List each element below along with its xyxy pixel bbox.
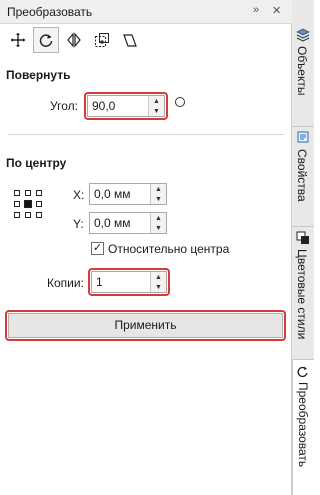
close-icon[interactable]: ✕ [272,4,281,17]
transform-icon [297,366,308,378]
x-value: 0,0 мм [94,187,131,201]
angle-label: Угол: [50,99,78,113]
skew-icon [123,34,137,47]
move-cross-icon [11,33,25,47]
apply-highlight [5,310,286,341]
mirror-icon [67,32,81,48]
anchor-bottom-center[interactable] [25,212,31,218]
x-label: X: [73,188,85,202]
center-section-title: По центру [6,156,67,170]
tab-color-styles-label: Цветовые стили [295,249,309,340]
spin-up-icon[interactable]: ▲ [151,213,166,223]
scale-tool-button[interactable] [89,27,115,53]
spin-down-icon[interactable]: ▼ [151,194,166,204]
rotate-section-title: Повернуть [6,68,71,82]
anchor-bottom-right[interactable] [36,212,42,218]
properties-icon [297,131,309,143]
rotate-tool-button[interactable] [33,27,59,53]
collapse-icon[interactable]: » [253,4,259,16]
tab-properties-label: Свойства [295,149,309,202]
skew-tool-button[interactable] [117,27,143,53]
spin-down-icon[interactable]: ▼ [151,223,166,233]
mirror-tool-button[interactable] [61,27,87,53]
anchor-bottom-left[interactable] [14,212,20,218]
spin-up-icon[interactable]: ▲ [151,184,166,194]
anchor-point-selector[interactable] [14,190,52,226]
tab-color-styles[interactable]: Цветовые стили [292,227,314,360]
anchor-top-center[interactable] [25,190,31,196]
tab-transform[interactable]: Преобразовать [292,360,314,495]
docker-tab-rail: Объекты Свойства Цветовые стили Преобраз… [292,0,314,495]
layers-icon [296,28,310,42]
anchor-middle-left[interactable] [14,201,20,207]
tab-transform-label: Преобразовать [296,382,310,468]
rotate-icon [39,34,53,47]
scale-icon [95,33,109,47]
copies-highlight [88,268,170,296]
docker-title: Преобразовать [7,5,93,19]
anchor-middle-right[interactable] [36,201,42,207]
transform-docker: Преобразовать » ✕ Повернуть Угол: 90,0 ▲… [0,0,292,495]
x-spinbox[interactable]: 0,0 мм ▲ ▼ [89,183,167,205]
y-spinbox[interactable]: 0,0 мм ▲ ▼ [89,212,167,234]
relative-center-checkbox[interactable]: ✓ [91,242,104,255]
anchor-top-right[interactable] [36,190,42,196]
color-styles-icon [296,231,309,244]
tab-properties[interactable]: Свойства [292,127,314,227]
copies-label: Копии: [47,276,84,290]
section-divider [8,134,284,135]
position-tool-button[interactable] [5,27,31,53]
docker-titlebar: Преобразовать » ✕ [0,0,292,24]
tab-objects-label: Объекты [295,46,309,96]
angle-highlight [84,92,168,120]
anchor-center[interactable] [24,200,32,208]
x-spinner[interactable]: ▲ ▼ [150,184,166,204]
y-value: 0,0 мм [94,216,131,230]
anchor-top-left[interactable] [14,190,20,196]
circle-icon [175,97,185,107]
tab-objects[interactable]: Объекты [292,24,314,127]
relative-center-label: Относительно центра [108,242,230,256]
y-spinner[interactable]: ▲ ▼ [150,213,166,233]
y-label: Y: [73,217,84,231]
